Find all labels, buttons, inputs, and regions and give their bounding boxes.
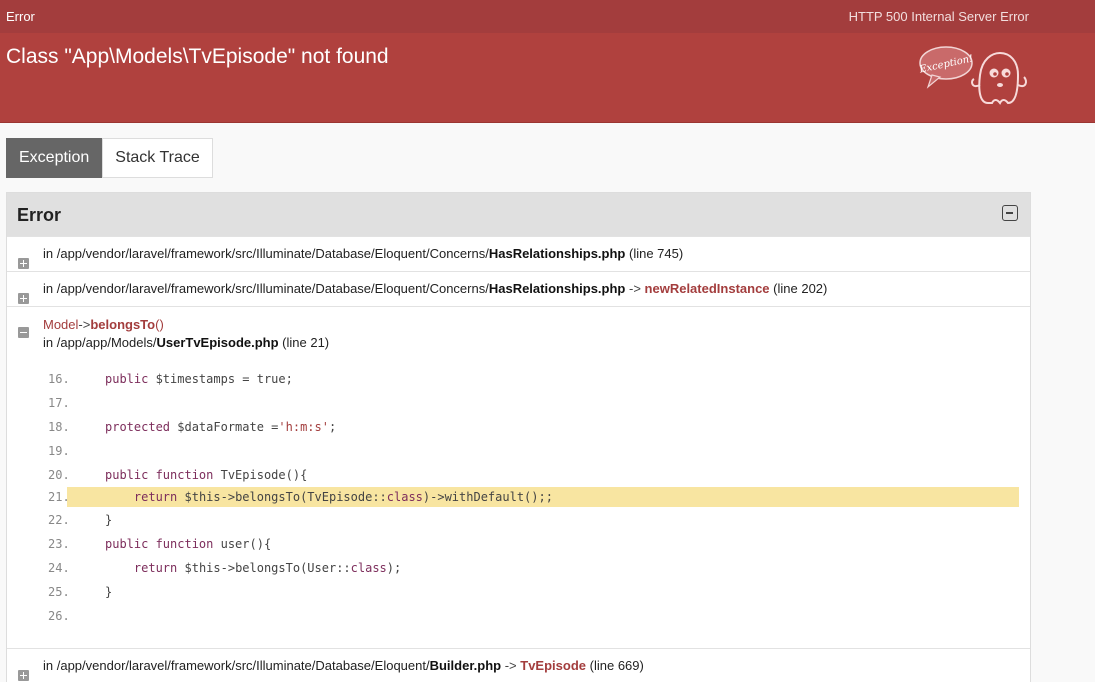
code-line: 17. [48, 396, 70, 410]
frame-location: in /app/vendor/laravel/framework/src/Ill… [43, 246, 684, 261]
frame-location: in /app/app/Models/UserTvEpisode.php (li… [43, 335, 330, 350]
code-line: 20. public function TvEpisode(){ [48, 468, 308, 482]
stack-frame[interactable]: in /app/vendor/laravel/framework/src/Ill… [7, 271, 1030, 306]
view-tabs: Exception Stack Trace [6, 138, 213, 178]
code-line: 19. [48, 444, 70, 458]
stack-frame-expanded[interactable]: Model->belongsTo() in /app/app/Models/Us… [7, 306, 1030, 648]
code-line: 24. return $this->belongsTo(User::class)… [48, 561, 402, 575]
panel-title: Error [17, 205, 62, 225]
collapse-minus-icon[interactable] [1002, 205, 1018, 221]
expand-plus-icon[interactable] [18, 293, 29, 304]
error-label: Error [6, 9, 35, 24]
code-line: 18. protected $dataFormate ='h:m:s'; [48, 420, 337, 434]
error-panel: Error in /app/vendor/laravel/framework/s… [6, 192, 1031, 682]
frame-call: Model->belongsTo() [43, 317, 164, 332]
code-line: 16. public $timestamps = true; [48, 372, 293, 386]
stack-frame[interactable]: in /app/vendor/laravel/framework/src/Ill… [7, 236, 1030, 271]
http-status: HTTP 500 Internal Server Error [848, 9, 1029, 24]
ghost-mascot-icon: Exception! [918, 46, 1027, 105]
frame-location: in /app/vendor/laravel/framework/src/Ill… [43, 658, 644, 673]
expand-plus-icon[interactable] [18, 670, 29, 681]
frame-method: newRelatedInstance [644, 281, 770, 296]
exception-header: Class "App\Models\TvEpisode" not found E… [0, 33, 1095, 123]
tab-exception[interactable]: Exception [6, 138, 103, 178]
collapse-minus-icon[interactable] [18, 327, 29, 338]
code-line: 23. public function user(){ [48, 537, 272, 551]
exception-message: Class "App\Models\TvEpisode" not found [6, 45, 389, 68]
top-bar: Error HTTP 500 Internal Server Error [0, 0, 1095, 33]
code-line: 25.} [48, 585, 113, 599]
code-line: 26. [48, 609, 70, 623]
tab-stack-trace[interactable]: Stack Trace [102, 138, 213, 178]
stack-frame[interactable]: in /app/vendor/laravel/framework/src/Ill… [7, 648, 1030, 682]
code-line: 22.} [48, 513, 113, 527]
panel-header: Error [7, 193, 1030, 236]
frame-method: TvEpisode [520, 658, 587, 673]
code-line-highlighted: 21. return $this->belongsTo(TvEpisode::c… [7, 487, 1030, 507]
frame-location: in /app/vendor/laravel/framework/src/Ill… [43, 281, 828, 296]
expand-plus-icon[interactable] [18, 258, 29, 269]
